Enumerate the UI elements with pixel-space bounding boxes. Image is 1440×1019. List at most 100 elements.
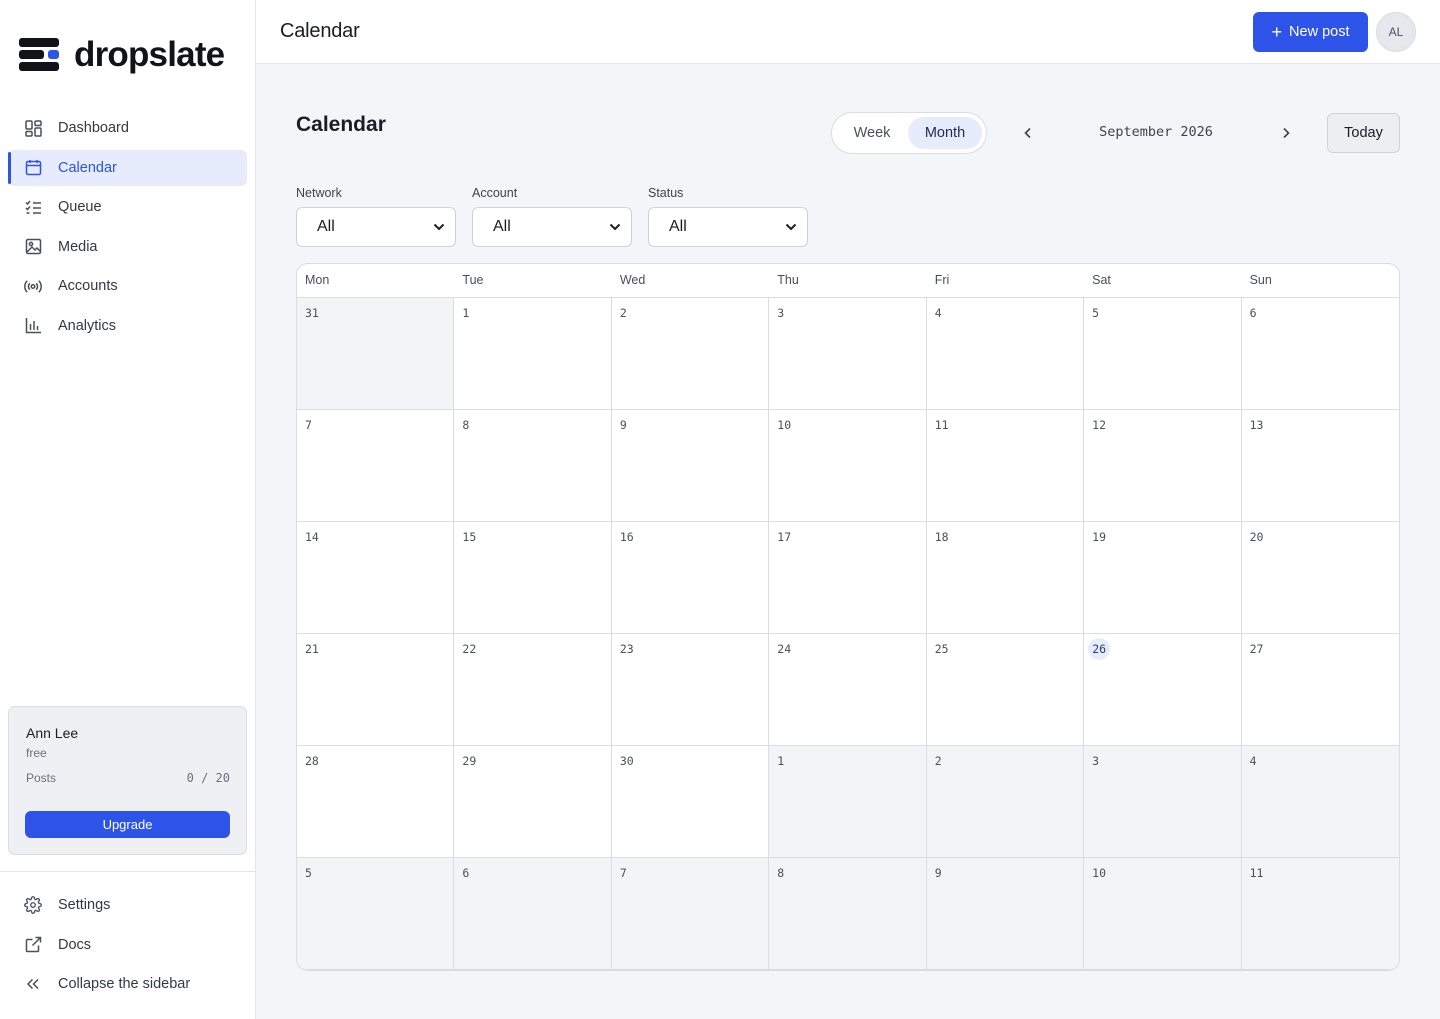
calendar-day[interactable]: 18: [926, 522, 1085, 634]
month-label: September 2026: [1099, 124, 1213, 140]
calendar-day[interactable]: 1: [454, 298, 612, 410]
day-number: 7: [619, 866, 627, 880]
gear-icon: [24, 896, 42, 914]
sidebar-item-analytics[interactable]: Analytics: [8, 308, 247, 344]
calendar-day[interactable]: 15: [454, 522, 612, 634]
brand-logo[interactable]: dropslate: [19, 36, 225, 72]
sidebar-item-media[interactable]: Media: [8, 229, 247, 265]
calendar-day[interactable]: 31: [297, 298, 455, 410]
calendar-day[interactable]: 1: [769, 746, 927, 858]
plan-tier: free: [26, 746, 47, 760]
calendar-day[interactable]: 12: [1084, 410, 1242, 522]
external-link-icon: [24, 936, 42, 954]
calendar-day[interactable]: 25: [926, 634, 1085, 746]
calendar-day[interactable]: 4: [1241, 746, 1399, 858]
calendar-day[interactable]: 29: [454, 746, 612, 858]
sidebar-item-docs[interactable]: Docs: [8, 927, 247, 963]
day-number: 14: [305, 530, 319, 544]
day-number: 9: [619, 418, 627, 432]
week-view-tab[interactable]: Week: [836, 117, 908, 149]
sidebar-item-calendar[interactable]: Calendar: [8, 149, 247, 186]
day-number: 24: [777, 642, 792, 656]
calendar-day[interactable]: 9: [611, 410, 770, 522]
account-select[interactable]: All: [472, 207, 632, 247]
calendar-day[interactable]: 21: [297, 634, 455, 746]
collapse-sidebar-button[interactable]: Collapse the sidebar: [8, 966, 247, 1002]
day-number: 11: [1249, 866, 1264, 880]
network-filter: Network All: [296, 186, 456, 247]
chevron-down-icon: [433, 223, 445, 231]
calendar-day[interactable]: 14: [297, 522, 455, 634]
sidebar-item-dashboard[interactable]: Dashboard: [8, 110, 247, 146]
sidebar-item-queue[interactable]: Queue: [8, 189, 247, 225]
calendar-day[interactable]: 6: [1241, 298, 1399, 410]
calendar-day[interactable]: 28: [297, 746, 455, 858]
calendar-day[interactable]: 19: [1084, 522, 1242, 634]
calendar-day[interactable]: 9: [926, 858, 1085, 970]
avatar[interactable]: AL: [1376, 12, 1416, 52]
calendar-day[interactable]: 7: [297, 410, 455, 522]
today-button[interactable]: Today: [1327, 113, 1400, 153]
calendar-day[interactable]: 10: [769, 410, 927, 522]
network-select-value: All: [317, 218, 335, 235]
network-select[interactable]: All: [296, 207, 456, 247]
calendar-day[interactable]: 8: [454, 410, 612, 522]
calendar-day-today[interactable]: 26: [1084, 634, 1242, 746]
upgrade-button[interactable]: Upgrade: [25, 811, 230, 838]
chevrons-left-icon: [24, 975, 42, 993]
calendar-day[interactable]: 23: [611, 634, 770, 746]
day-number: 3: [1092, 754, 1100, 768]
view-toggle: Week Month: [831, 112, 987, 154]
day-number: 17: [777, 530, 792, 544]
calendar-day[interactable]: 13: [1241, 410, 1399, 522]
day-number: 18: [934, 530, 949, 544]
calendar-day[interactable]: 5: [297, 858, 455, 970]
chevron-down-icon: [785, 223, 797, 231]
calendar-day[interactable]: 8: [769, 858, 927, 970]
day-number: 6: [462, 866, 470, 880]
calendar-day[interactable]: 7: [611, 858, 770, 970]
previous-month-button[interactable]: [1016, 121, 1040, 145]
page-title: Calendar: [296, 113, 386, 136]
status-filter: Status All: [648, 186, 808, 247]
calendar-day[interactable]: 11: [1241, 858, 1399, 970]
sidebar-item-label: Accounts: [58, 278, 118, 294]
calendar-day[interactable]: 27: [1241, 634, 1399, 746]
weekday-label: Wed: [619, 273, 646, 287]
network-filter-label: Network: [296, 186, 342, 200]
sidebar-item-label: Dashboard: [58, 120, 129, 136]
new-post-label: New post: [1289, 24, 1350, 40]
calendar-day[interactable]: 2: [926, 746, 1085, 858]
sidebar-item-settings[interactable]: Settings: [8, 887, 247, 923]
calendar-day[interactable]: 24: [769, 634, 927, 746]
weekday-label: Mon: [305, 273, 330, 287]
sidebar-item-label: Settings: [58, 897, 111, 913]
day-number: 27: [1249, 642, 1264, 656]
day-number: 9: [934, 866, 942, 880]
day-number: 23: [619, 642, 634, 656]
calendar-day[interactable]: 2: [611, 298, 770, 410]
calendar-day[interactable]: 3: [769, 298, 927, 410]
sidebar-item-accounts[interactable]: Accounts: [8, 268, 247, 304]
sidebar-divider: [0, 871, 255, 872]
calendar-day[interactable]: 20: [1241, 522, 1399, 634]
month-view-tab[interactable]: Month: [908, 117, 982, 149]
new-post-button[interactable]: + New post: [1253, 12, 1368, 52]
calendar-day[interactable]: 30: [611, 746, 770, 858]
calendar-day[interactable]: 17: [769, 522, 927, 634]
status-select[interactable]: All: [648, 207, 808, 247]
plus-icon: +: [1271, 22, 1283, 42]
sidebar-nav: Dashboard Calendar Queue Media Accounts: [8, 110, 247, 347]
calendar-day[interactable]: 16: [611, 522, 770, 634]
calendar-day[interactable]: 5: [1084, 298, 1242, 410]
calendar-day[interactable]: 6: [454, 858, 612, 970]
calendar-day[interactable]: 4: [926, 298, 1085, 410]
weekday-label: Fri: [934, 273, 950, 287]
calendar-day[interactable]: 10: [1084, 858, 1242, 970]
sidebar-item-label: Collapse the sidebar: [58, 976, 191, 992]
calendar-day[interactable]: 22: [454, 634, 612, 746]
next-month-button[interactable]: [1274, 121, 1298, 145]
calendar-day[interactable]: 11: [926, 410, 1085, 522]
calendar-day[interactable]: 3: [1084, 746, 1242, 858]
day-number: 21: [305, 642, 319, 656]
